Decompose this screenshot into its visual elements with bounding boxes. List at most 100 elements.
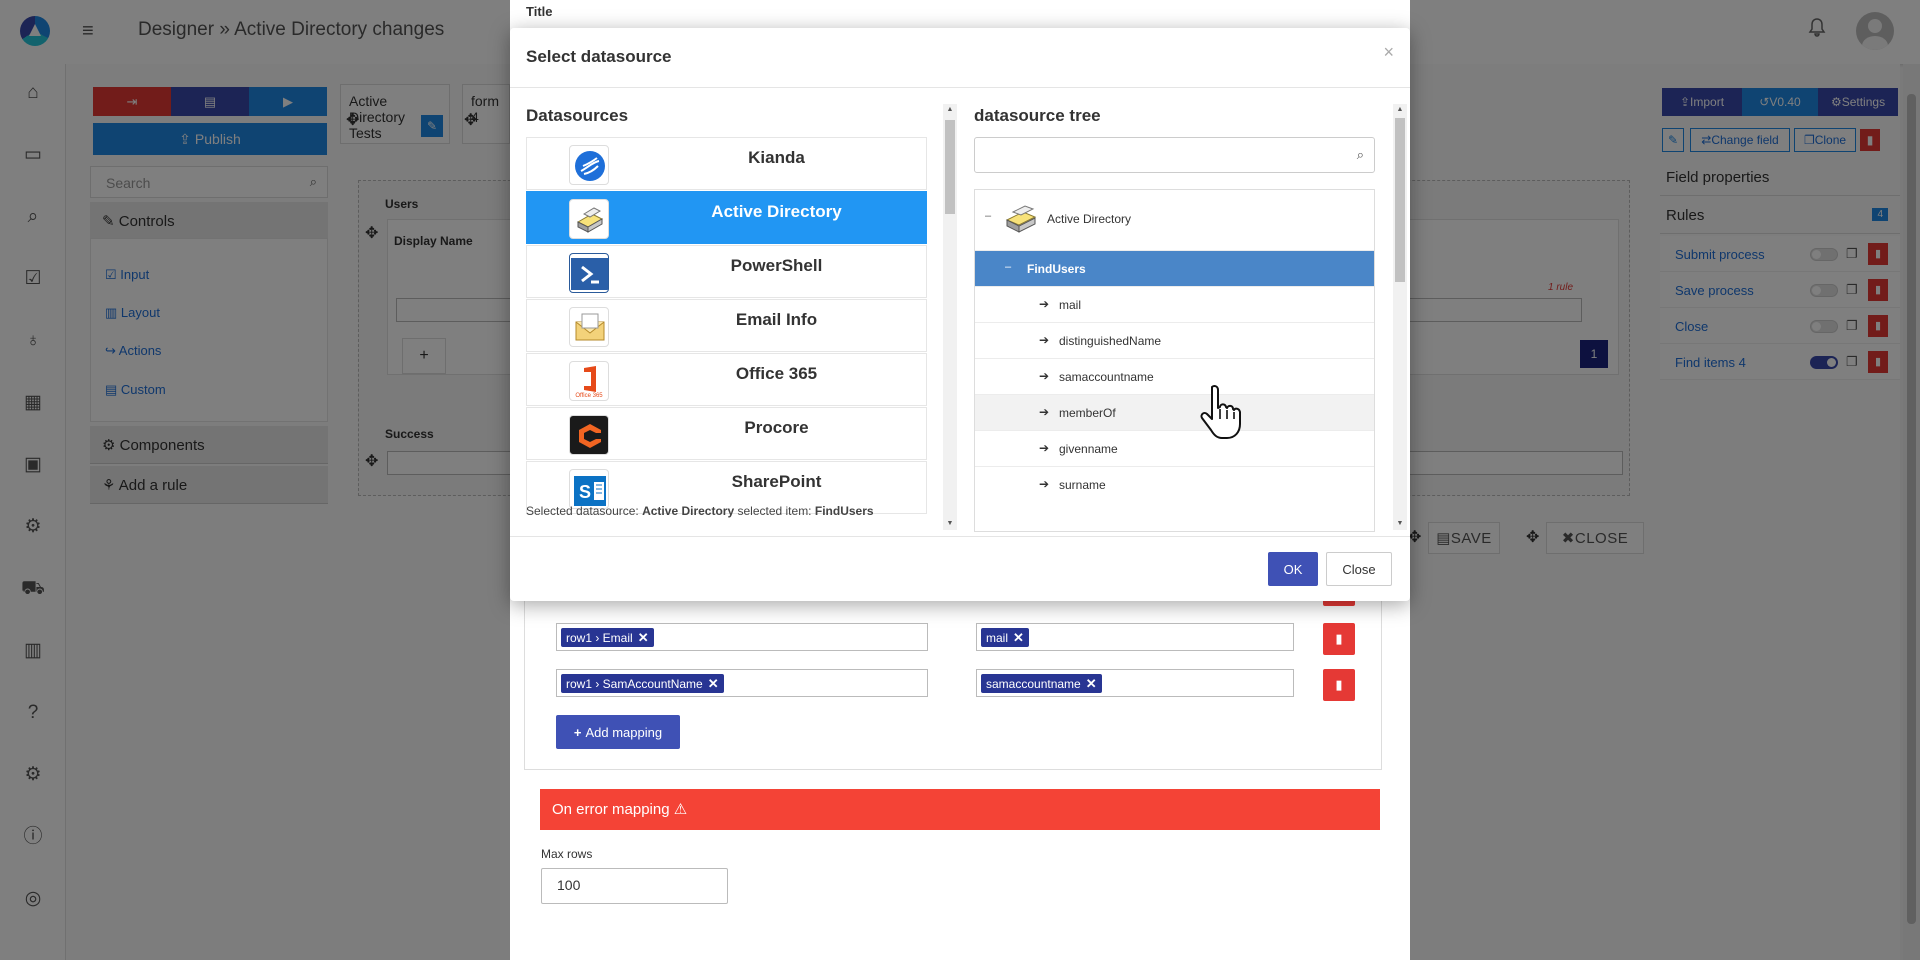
- arrow-right-icon: ➔: [1039, 297, 1050, 311]
- tree-leaf-label: samaccountname: [1059, 370, 1154, 384]
- scroll-up-icon[interactable]: ▲: [943, 104, 957, 116]
- tree-node-label: FindUsers: [1027, 262, 1086, 276]
- scroll-up-icon[interactable]: ▲: [1393, 104, 1407, 116]
- mapping-target-input[interactable]: samaccountname ✕: [976, 669, 1294, 697]
- tree-leaf-label: distinguishedName: [1059, 334, 1162, 348]
- plus-icon: +: [573, 724, 582, 740]
- tree-leaf-samaccountname[interactable]: ➔ samaccountname: [975, 358, 1374, 394]
- datasource-item-kianda[interactable]: Kianda: [526, 137, 927, 190]
- datasources-title: Datasources: [526, 106, 629, 125]
- collapse-icon[interactable]: –: [1005, 261, 1011, 273]
- trash-icon[interactable]: ▮: [1323, 623, 1355, 655]
- datasource-name: Email Info: [735, 310, 818, 329]
- mapping-source-input[interactable]: row1 › SamAccountName ✕: [556, 669, 928, 697]
- hand-cursor-icon: [1198, 383, 1242, 439]
- arrow-right-icon: ➔: [1039, 441, 1050, 455]
- tag-label: mail: [986, 630, 1009, 645]
- datasource-name: Active Directory: [711, 202, 842, 221]
- selected-datasource: Active Directory: [642, 504, 735, 518]
- datasource-name: Office 365: [735, 364, 818, 383]
- tree-leaf-mail[interactable]: ➔ mail: [975, 286, 1374, 322]
- remove-tag-icon[interactable]: ✕: [708, 676, 719, 692]
- add-mapping-label: Add mapping: [585, 724, 663, 740]
- tree-search-input[interactable]: ⌕: [974, 137, 1375, 173]
- datasource-name: PowerShell: [730, 256, 823, 275]
- tree-leaf-distinguishedname[interactable]: ➔ distinguishedName: [975, 322, 1374, 358]
- svg-text:S: S: [579, 482, 591, 502]
- kianda-icon: [569, 145, 609, 185]
- tree-leaf-givenname[interactable]: ➔ givenname: [975, 430, 1374, 466]
- datasource-item-office-365[interactable]: Office 365 Office 365: [526, 353, 927, 406]
- mapping-target-input[interactable]: mail ✕: [976, 623, 1294, 651]
- selected-item: FindUsers: [814, 504, 874, 518]
- arrow-right-icon: ➔: [1039, 333, 1050, 347]
- mapping-tag: samaccountname ✕: [981, 674, 1102, 693]
- arrow-right-icon: ➔: [1039, 369, 1050, 383]
- on-error-mapping-label: On error mapping: [552, 801, 670, 818]
- office365-icon: Office 365: [569, 361, 609, 401]
- remove-tag-icon[interactable]: ✕: [638, 630, 649, 646]
- datasource-list: Kianda Active Directory PowerShell Email…: [526, 137, 927, 532]
- on-error-mapping-header[interactable]: On error mapping ⚠: [540, 789, 1380, 830]
- dialog-header: Select datasource ×: [510, 28, 1410, 88]
- search-icon: ⌕: [1356, 147, 1364, 162]
- datasource-name: SharePoint: [731, 472, 822, 491]
- scroll-down-icon[interactable]: ▼: [1393, 518, 1407, 530]
- tree-leaf-label: mail: [1059, 298, 1082, 312]
- email-info-icon: [569, 307, 609, 347]
- select-datasource-dialog: Select datasource × Datasources datasour…: [510, 28, 1410, 601]
- tree-node-findusers[interactable]: – FindUsers: [975, 250, 1374, 286]
- datasource-item-email-info[interactable]: Email Info: [526, 299, 927, 352]
- datasource-name: Procore: [744, 418, 809, 437]
- tree-leaf-surname[interactable]: ➔ surname: [975, 466, 1374, 502]
- datasource-tree: – Active Directory – FindUsers ➔ mail ➔ …: [974, 189, 1375, 532]
- max-rows-input[interactable]: 100: [541, 868, 728, 904]
- max-rows-label: Max rows: [541, 847, 593, 861]
- ok-button[interactable]: OK: [1268, 552, 1318, 586]
- arrow-right-icon: ➔: [1039, 477, 1050, 491]
- datasource-item-active-directory[interactable]: Active Directory: [526, 191, 927, 244]
- mapping-tag: mail ✕: [981, 628, 1029, 647]
- arrow-right-icon: ➔: [1039, 405, 1050, 419]
- warning-icon: ⚠: [673, 801, 688, 818]
- mapping-source-input[interactable]: row1 › Email ✕: [556, 623, 928, 651]
- active-directory-icon: [569, 199, 609, 239]
- powershell-icon: [569, 253, 609, 293]
- tag-label: samaccountname: [986, 676, 1081, 691]
- datasource-item-procore[interactable]: Procore: [526, 407, 927, 460]
- datasource-item-powershell[interactable]: PowerShell: [526, 245, 927, 298]
- title-label: Title: [526, 4, 553, 19]
- dialog-close-button[interactable]: Close: [1326, 552, 1392, 586]
- mapping-tag: row1 › Email ✕: [561, 628, 654, 647]
- remove-tag-icon[interactable]: ✕: [1086, 676, 1097, 692]
- add-mapping-button[interactable]: + Add mapping: [556, 715, 680, 749]
- selection-summary: Selected datasource: Active Directory se…: [526, 504, 874, 518]
- tree-root-label: Active Directory: [1047, 212, 1132, 226]
- trash-icon[interactable]: ▮: [1323, 669, 1355, 701]
- mapping-tag: row1 › SamAccountName ✕: [561, 674, 724, 693]
- datasource-tree-scrollbar[interactable]: ▲ ▼: [1393, 104, 1407, 530]
- active-directory-icon: [1003, 198, 1043, 238]
- scrollbar-thumb[interactable]: [945, 120, 955, 214]
- sharepoint-icon: S: [569, 469, 609, 509]
- tree-leaf-memberof[interactable]: ➔ memberOf: [975, 394, 1374, 430]
- tag-label: row1 › SamAccountName: [566, 676, 703, 691]
- collapse-icon[interactable]: –: [985, 210, 991, 222]
- remove-tag-icon[interactable]: ✕: [1013, 630, 1024, 646]
- tree-leaf-label: surname: [1059, 478, 1106, 492]
- tag-label: row1 › Email: [566, 630, 633, 645]
- datasource-tree-title: datasource tree: [974, 106, 1101, 125]
- scroll-down-icon[interactable]: ▼: [943, 518, 957, 530]
- tree-root-node[interactable]: – Active Directory: [975, 190, 1374, 250]
- office365-logo-text: Office 365: [575, 393, 603, 399]
- datasource-name: Kianda: [748, 148, 805, 167]
- selection-prefix: Selected datasource:: [526, 504, 639, 518]
- procore-icon: [569, 415, 609, 455]
- dialog-title: Select datasource: [526, 47, 672, 66]
- scrollbar-thumb[interactable]: [1395, 118, 1405, 282]
- selection-item-prefix: selected item:: [737, 504, 812, 518]
- close-icon[interactable]: ×: [1383, 42, 1394, 63]
- datasource-list-scrollbar[interactable]: ▲ ▼: [943, 104, 957, 530]
- tree-leaf-label: memberOf: [1059, 406, 1116, 420]
- tree-leaf-label: givenname: [1059, 442, 1118, 456]
